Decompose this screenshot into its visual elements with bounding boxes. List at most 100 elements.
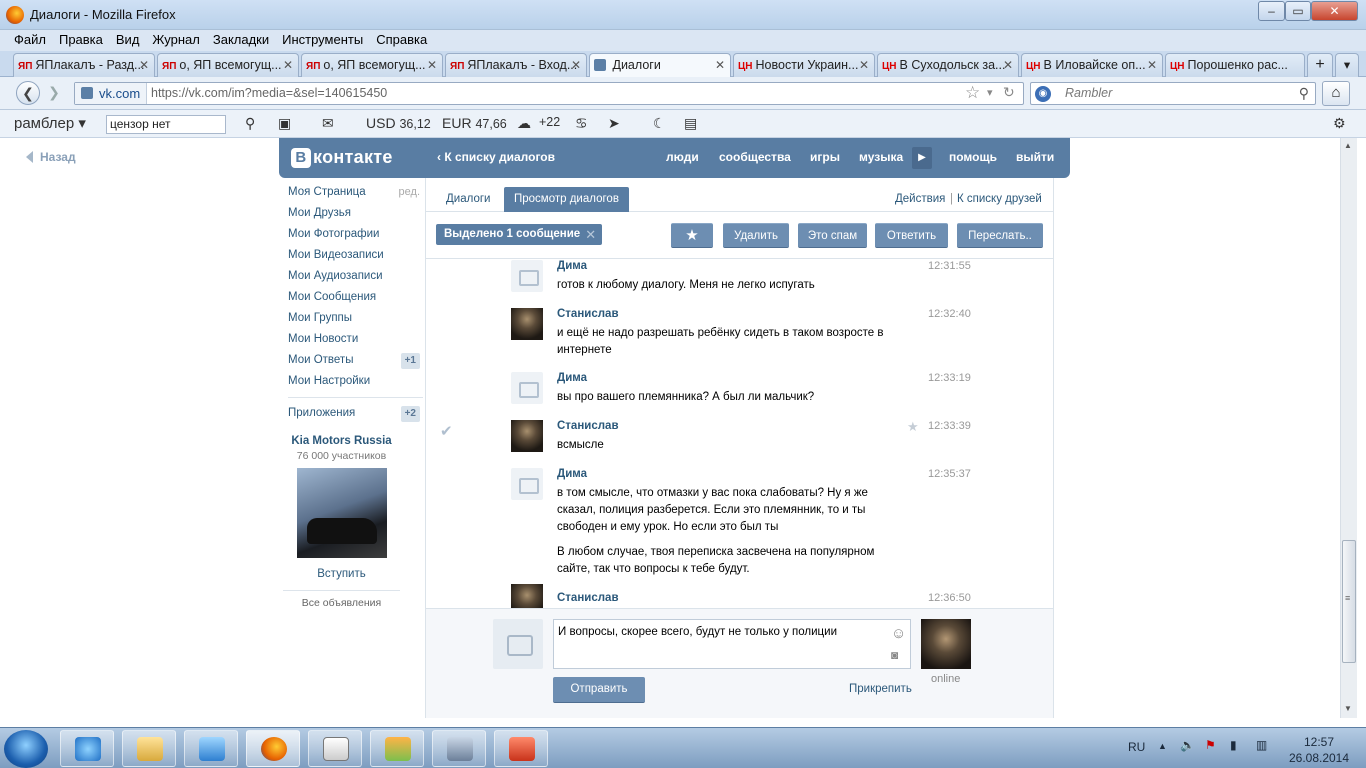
menu-help[interactable]: Справка <box>376 30 427 50</box>
volume-icon[interactable]: 🔈 <box>1180 738 1195 752</box>
tab-close-icon[interactable]: ✕ <box>427 54 437 76</box>
menu-apps[interactable]: Приложения +2 <box>288 403 423 424</box>
message-author[interactable]: Дима <box>557 260 587 272</box>
nav-games[interactable]: игры <box>810 150 840 164</box>
edit-link[interactable]: ред. <box>399 182 420 203</box>
spam-button[interactable]: Это спам <box>798 223 867 248</box>
url-text[interactable]: https://vk.com/im?media=&sel=140615450 <box>151 83 387 104</box>
browser-tab[interactable]: ЯП о, ЯП всемогущ... ✕ <box>157 53 299 77</box>
taskbar-firefox[interactable] <box>246 730 300 767</box>
tab-close-icon[interactable]: ✕ <box>1003 54 1013 76</box>
camera-icon[interactable]: ◙ <box>891 648 898 662</box>
music-play-icon[interactable]: ▶ <box>912 147 932 169</box>
menu-my-messages[interactable]: Мои Сообщения <box>288 287 423 308</box>
browser-tab[interactable]: ЯП о, ЯП всемогущ... ✕ <box>301 53 443 77</box>
nav-music[interactable]: музыка <box>859 150 903 164</box>
selected-check-icon[interactable]: ✔ <box>440 422 453 440</box>
menu-my-friends[interactable]: Мои Друзья <box>288 203 423 224</box>
taskbar-professor[interactable] <box>432 730 486 767</box>
menu-my-news[interactable]: Мои Новости <box>288 329 423 350</box>
to-dialogs-list-link[interactable]: ‹ К списку диалогов <box>437 150 555 164</box>
nav-people[interactable]: люди <box>666 150 699 164</box>
reload-icon[interactable]: ↻ <box>1003 84 1015 101</box>
message-author[interactable]: Станислав <box>557 308 619 320</box>
menu-view[interactable]: Вид <box>116 30 140 50</box>
system-clock[interactable]: 12:57 26.08.2014 <box>1286 734 1352 766</box>
browser-tab[interactable]: ЦН Порошенко рас... <box>1165 53 1305 77</box>
browser-tab[interactable]: ЦН В Суходольск за... ✕ <box>877 53 1019 77</box>
vk-logo[interactable]: Вконтакте <box>291 147 393 169</box>
rambler-brand[interactable]: рамблер ▾ <box>14 114 86 132</box>
message-author[interactable]: Дима <box>557 372 587 384</box>
scroll-thumb[interactable]: ≡ <box>1342 540 1356 663</box>
menu-my-answers[interactable]: Мои Ответы +1 <box>288 350 423 371</box>
network-icon[interactable]: ▥ <box>1256 738 1267 752</box>
attach-link[interactable]: Прикрепить <box>849 683 912 695</box>
menu-history[interactable]: Журнал <box>152 30 199 50</box>
delete-button[interactable]: Удалить <box>723 223 789 248</box>
menu-my-photos[interactable]: Мои Фотографии <box>288 224 423 245</box>
taskbar-explorer[interactable] <box>122 730 176 767</box>
clear-selection-icon[interactable]: ✕ <box>585 224 596 245</box>
menu-edit[interactable]: Правка <box>59 30 103 50</box>
browser-tab[interactable]: ЯП ЯПлакалъ - Разд... ✕ <box>13 53 155 77</box>
tab-close-icon[interactable]: ✕ <box>1147 54 1157 76</box>
emoji-icon[interactable]: ☺ <box>891 625 906 642</box>
close-window-button[interactable]: ✕ <box>1311 1 1358 21</box>
home-button[interactable]: ⌂ <box>1322 81 1350 106</box>
menu-tools[interactable]: Инструменты <box>282 30 363 50</box>
moon-icon[interactable]: ☾ <box>653 115 666 132</box>
message-input[interactable]: И вопросы, скорее всего, будут не только… <box>553 619 911 669</box>
forward-button[interactable]: ❯ <box>42 81 66 105</box>
peer-avatar[interactable] <box>921 619 971 669</box>
taskbar-2gis[interactable] <box>370 730 424 767</box>
start-button[interactable] <box>4 730 48 768</box>
all-ads-link[interactable]: Все объявления <box>283 590 400 609</box>
nav-help[interactable]: помощь <box>949 150 997 164</box>
browser-tab[interactable]: ЦН Новости Украин... ✕ <box>733 53 875 77</box>
news-icon[interactable]: ▤ <box>684 115 697 132</box>
search-icon[interactable]: ⚲ <box>1299 85 1309 102</box>
my-avatar-placeholder-icon[interactable] <box>493 619 543 669</box>
taskbar-reader[interactable] <box>494 730 548 767</box>
search-box[interactable]: ◉ Rambler ⚲ <box>1030 82 1316 105</box>
send-button[interactable]: Отправить <box>553 677 645 703</box>
to-friends-link[interactable]: К списку друзей <box>957 193 1042 205</box>
horoscope-icon[interactable]: ♋ <box>575 115 588 132</box>
tab-list-button[interactable]: ▾ <box>1335 53 1359 77</box>
avatar[interactable] <box>511 308 543 340</box>
taskbar-cards[interactable] <box>308 730 362 767</box>
browser-tab-active[interactable]: Диалоги ✕ <box>589 53 731 78</box>
menu-my-videos[interactable]: Мои Видеозаписи <box>288 245 423 266</box>
reply-button[interactable]: Ответить <box>875 223 948 248</box>
language-indicator[interactable]: RU <box>1128 740 1145 754</box>
browser-tab[interactable]: ЦН В Иловайске оп... ✕ <box>1021 53 1163 77</box>
send-icon[interactable]: ➤ <box>608 115 620 132</box>
minimize-button[interactable]: ‒ <box>1258 1 1285 21</box>
message-author[interactable]: Станислав <box>557 420 619 432</box>
settings-icon[interactable]: ⚙ <box>1333 115 1346 132</box>
scroll-down-icon[interactable]: ▼ <box>1344 704 1352 713</box>
menu-file[interactable]: Файл <box>14 30 46 50</box>
tab-close-icon[interactable]: ✕ <box>859 54 869 76</box>
taskbar-ie[interactable] <box>60 730 114 767</box>
new-tab-button[interactable]: + <box>1307 53 1333 77</box>
weather-icon[interactable]: ☁ <box>517 115 531 132</box>
avatar-placeholder-icon[interactable] <box>511 372 543 404</box>
avatar-placeholder-icon[interactable] <box>511 468 543 500</box>
star-button[interactable]: ★ <box>671 223 713 248</box>
url-bar[interactable]: vk.com https://vk.com/im?media=&sel=1406… <box>74 82 1024 105</box>
ad-car-image[interactable] <box>296 468 387 558</box>
page-scrollbar[interactable]: ▲ ≡ ▼ <box>1340 138 1357 718</box>
action-center-flag-icon[interactable]: ⚑ <box>1205 738 1216 752</box>
show-hidden-icons-icon[interactable]: ▲ <box>1158 741 1167 751</box>
actions-link[interactable]: Действия <box>895 193 945 205</box>
back-button[interactable]: ❮ <box>16 81 40 105</box>
ad-title[interactable]: Kia Motors Russia <box>283 435 400 447</box>
search-engine-icon[interactable]: ◉ <box>1035 86 1051 102</box>
menu-my-settings[interactable]: Мои Настройки <box>288 371 423 392</box>
avatar[interactable] <box>511 584 543 608</box>
back-link[interactable]: Назад <box>26 150 76 164</box>
scroll-up-icon[interactable]: ▲ <box>1344 141 1352 150</box>
nav-logout[interactable]: выйти <box>1016 150 1054 164</box>
